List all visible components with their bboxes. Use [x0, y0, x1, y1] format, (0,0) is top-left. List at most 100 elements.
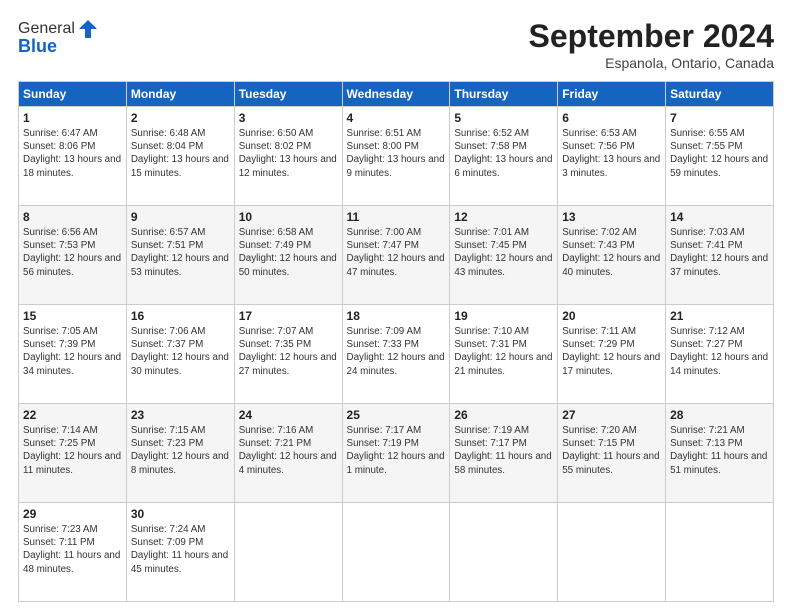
day-info: Sunrise: 7:02 AM Sunset: 7:43 PM Dayligh… — [562, 226, 661, 279]
day-info: Sunrise: 6:47 AM Sunset: 8:06 PM Dayligh… — [23, 127, 122, 180]
logo-icon — [77, 18, 99, 40]
calendar-cell: 14 Sunrise: 7:03 AM Sunset: 7:41 PM Dayl… — [666, 206, 774, 305]
day-info: Sunrise: 6:58 AM Sunset: 7:49 PM Dayligh… — [239, 226, 338, 279]
day-number: 13 — [562, 210, 661, 224]
day-number: 16 — [131, 309, 230, 323]
day-number: 12 — [454, 210, 553, 224]
calendar-cell: 24 Sunrise: 7:16 AM Sunset: 7:21 PM Dayl… — [234, 404, 342, 503]
day-info: Sunrise: 7:07 AM Sunset: 7:35 PM Dayligh… — [239, 325, 338, 378]
calendar-cell: 11 Sunrise: 7:00 AM Sunset: 7:47 PM Dayl… — [342, 206, 450, 305]
calendar-cell — [450, 503, 558, 602]
calendar-cell: 18 Sunrise: 7:09 AM Sunset: 7:33 PM Dayl… — [342, 305, 450, 404]
day-number: 14 — [670, 210, 769, 224]
calendar-cell: 13 Sunrise: 7:02 AM Sunset: 7:43 PM Dayl… — [558, 206, 666, 305]
day-number: 26 — [454, 408, 553, 422]
calendar-cell: 5 Sunrise: 6:52 AM Sunset: 7:58 PM Dayli… — [450, 107, 558, 206]
calendar-cell: 2 Sunrise: 6:48 AM Sunset: 8:04 PM Dayli… — [126, 107, 234, 206]
day-number: 28 — [670, 408, 769, 422]
day-number: 30 — [131, 507, 230, 521]
day-info: Sunrise: 7:15 AM Sunset: 7:23 PM Dayligh… — [131, 424, 230, 477]
day-info: Sunrise: 7:17 AM Sunset: 7:19 PM Dayligh… — [347, 424, 446, 477]
calendar-cell: 27 Sunrise: 7:20 AM Sunset: 7:15 PM Dayl… — [558, 404, 666, 503]
calendar-row-1: 1 Sunrise: 6:47 AM Sunset: 8:06 PM Dayli… — [19, 107, 774, 206]
calendar-cell: 9 Sunrise: 6:57 AM Sunset: 7:51 PM Dayli… — [126, 206, 234, 305]
day-number: 3 — [239, 111, 338, 125]
title-area: September 2024 Espanola, Ontario, Canada — [529, 18, 774, 71]
day-number: 10 — [239, 210, 338, 224]
day-number: 29 — [23, 507, 122, 521]
calendar-cell — [558, 503, 666, 602]
day-info: Sunrise: 6:48 AM Sunset: 8:04 PM Dayligh… — [131, 127, 230, 180]
day-info: Sunrise: 6:52 AM Sunset: 7:58 PM Dayligh… — [454, 127, 553, 180]
calendar-header-tuesday: Tuesday — [234, 82, 342, 107]
day-info: Sunrise: 7:24 AM Sunset: 7:09 PM Dayligh… — [131, 523, 230, 576]
day-number: 25 — [347, 408, 446, 422]
day-number: 2 — [131, 111, 230, 125]
day-info: Sunrise: 6:51 AM Sunset: 8:00 PM Dayligh… — [347, 127, 446, 180]
calendar-cell: 3 Sunrise: 6:50 AM Sunset: 8:02 PM Dayli… — [234, 107, 342, 206]
day-number: 4 — [347, 111, 446, 125]
calendar-header-row: SundayMondayTuesdayWednesdayThursdayFrid… — [19, 82, 774, 107]
header: General Blue September 2024 Espanola, On… — [18, 18, 774, 71]
calendar-cell: 22 Sunrise: 7:14 AM Sunset: 7:25 PM Dayl… — [19, 404, 127, 503]
day-number: 9 — [131, 210, 230, 224]
calendar-row-3: 15 Sunrise: 7:05 AM Sunset: 7:39 PM Dayl… — [19, 305, 774, 404]
location-title: Espanola, Ontario, Canada — [529, 55, 774, 71]
calendar-cell: 19 Sunrise: 7:10 AM Sunset: 7:31 PM Dayl… — [450, 305, 558, 404]
calendar-row-2: 8 Sunrise: 6:56 AM Sunset: 7:53 PM Dayli… — [19, 206, 774, 305]
day-info: Sunrise: 7:21 AM Sunset: 7:13 PM Dayligh… — [670, 424, 769, 477]
day-number: 7 — [670, 111, 769, 125]
day-number: 19 — [454, 309, 553, 323]
day-info: Sunrise: 7:23 AM Sunset: 7:11 PM Dayligh… — [23, 523, 122, 576]
day-info: Sunrise: 6:56 AM Sunset: 7:53 PM Dayligh… — [23, 226, 122, 279]
calendar-row-5: 29 Sunrise: 7:23 AM Sunset: 7:11 PM Dayl… — [19, 503, 774, 602]
calendar-cell — [342, 503, 450, 602]
day-info: Sunrise: 7:19 AM Sunset: 7:17 PM Dayligh… — [454, 424, 553, 477]
calendar-cell: 12 Sunrise: 7:01 AM Sunset: 7:45 PM Dayl… — [450, 206, 558, 305]
calendar-cell: 26 Sunrise: 7:19 AM Sunset: 7:17 PM Dayl… — [450, 404, 558, 503]
calendar-cell: 29 Sunrise: 7:23 AM Sunset: 7:11 PM Dayl… — [19, 503, 127, 602]
calendar-cell: 10 Sunrise: 6:58 AM Sunset: 7:49 PM Dayl… — [234, 206, 342, 305]
calendar-cell: 25 Sunrise: 7:17 AM Sunset: 7:19 PM Dayl… — [342, 404, 450, 503]
day-number: 20 — [562, 309, 661, 323]
day-number: 23 — [131, 408, 230, 422]
calendar-cell: 4 Sunrise: 6:51 AM Sunset: 8:00 PM Dayli… — [342, 107, 450, 206]
calendar-header-friday: Friday — [558, 82, 666, 107]
day-info: Sunrise: 6:57 AM Sunset: 7:51 PM Dayligh… — [131, 226, 230, 279]
day-number: 24 — [239, 408, 338, 422]
day-info: Sunrise: 7:05 AM Sunset: 7:39 PM Dayligh… — [23, 325, 122, 378]
calendar-header-wednesday: Wednesday — [342, 82, 450, 107]
day-info: Sunrise: 6:53 AM Sunset: 7:56 PM Dayligh… — [562, 127, 661, 180]
calendar-cell: 17 Sunrise: 7:07 AM Sunset: 7:35 PM Dayl… — [234, 305, 342, 404]
day-info: Sunrise: 7:16 AM Sunset: 7:21 PM Dayligh… — [239, 424, 338, 477]
day-number: 5 — [454, 111, 553, 125]
day-info: Sunrise: 7:06 AM Sunset: 7:37 PM Dayligh… — [131, 325, 230, 378]
day-info: Sunrise: 7:11 AM Sunset: 7:29 PM Dayligh… — [562, 325, 661, 378]
day-info: Sunrise: 7:12 AM Sunset: 7:27 PM Dayligh… — [670, 325, 769, 378]
calendar-cell — [234, 503, 342, 602]
logo: General Blue — [18, 18, 99, 57]
day-info: Sunrise: 6:50 AM Sunset: 8:02 PM Dayligh… — [239, 127, 338, 180]
day-number: 15 — [23, 309, 122, 323]
calendar-cell: 30 Sunrise: 7:24 AM Sunset: 7:09 PM Dayl… — [126, 503, 234, 602]
day-number: 11 — [347, 210, 446, 224]
calendar-cell: 6 Sunrise: 6:53 AM Sunset: 7:56 PM Dayli… — [558, 107, 666, 206]
calendar-header-saturday: Saturday — [666, 82, 774, 107]
day-info: Sunrise: 7:01 AM Sunset: 7:45 PM Dayligh… — [454, 226, 553, 279]
calendar-cell: 28 Sunrise: 7:21 AM Sunset: 7:13 PM Dayl… — [666, 404, 774, 503]
day-info: Sunrise: 7:03 AM Sunset: 7:41 PM Dayligh… — [670, 226, 769, 279]
calendar-cell: 15 Sunrise: 7:05 AM Sunset: 7:39 PM Dayl… — [19, 305, 127, 404]
day-number: 18 — [347, 309, 446, 323]
calendar-cell: 7 Sunrise: 6:55 AM Sunset: 7:55 PM Dayli… — [666, 107, 774, 206]
calendar-cell: 23 Sunrise: 7:15 AM Sunset: 7:23 PM Dayl… — [126, 404, 234, 503]
calendar-cell: 1 Sunrise: 6:47 AM Sunset: 8:06 PM Dayli… — [19, 107, 127, 206]
day-number: 6 — [562, 111, 661, 125]
day-info: Sunrise: 7:00 AM Sunset: 7:47 PM Dayligh… — [347, 226, 446, 279]
day-number: 17 — [239, 309, 338, 323]
calendar-header-sunday: Sunday — [19, 82, 127, 107]
day-number: 21 — [670, 309, 769, 323]
calendar-header-monday: Monday — [126, 82, 234, 107]
calendar: SundayMondayTuesdayWednesdayThursdayFrid… — [18, 81, 774, 602]
calendar-row-4: 22 Sunrise: 7:14 AM Sunset: 7:25 PM Dayl… — [19, 404, 774, 503]
calendar-cell: 8 Sunrise: 6:56 AM Sunset: 7:53 PM Dayli… — [19, 206, 127, 305]
